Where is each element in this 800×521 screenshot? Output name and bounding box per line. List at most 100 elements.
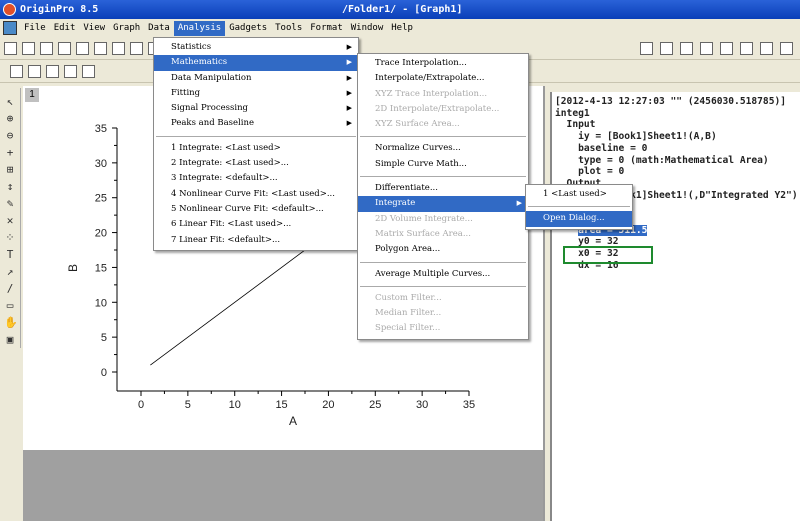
toolbar-icon[interactable] <box>680 42 693 55</box>
menu-gadgets[interactable]: Gadgets <box>225 21 271 36</box>
menu-item-xyz-surface-area[interactable]: XYZ Surface Area... <box>358 117 528 132</box>
menu-item-statistics[interactable]: Statistics ▶ <box>154 40 358 55</box>
menu-item-special-filter[interactable]: Special Filter... <box>358 321 528 336</box>
menu-item-4-nonlinear-curve-fit-last-used[interactable]: 4 Nonlinear Curve Fit: <Last used>... <box>154 187 358 202</box>
menu-window[interactable]: Window <box>347 21 388 36</box>
menu-item-2-integrate-last-used[interactable]: 2 Integrate: <Last used>... <box>154 156 358 171</box>
toolbar-icon[interactable] <box>4 42 17 55</box>
menu-data[interactable]: Data <box>144 21 174 36</box>
log-line: [2012-4-13 12:27:03 "" (2456030.518785)] <box>555 96 787 107</box>
text-tool-icon[interactable]: T <box>4 249 16 261</box>
rectangle-tool-icon[interactable]: ▭ <box>4 300 16 312</box>
menu-item-median-filter[interactable]: Median Filter... <box>358 306 528 321</box>
menu-item-differentiate[interactable]: Differentiate... <box>358 181 528 196</box>
toolbar-icon[interactable] <box>112 42 125 55</box>
menu-item-2d-volume-integrate[interactable]: 2D Volume Integrate... <box>358 212 528 227</box>
y-tick-label: 30 <box>95 158 107 170</box>
menu-item-label: 2D Volume Integrate... <box>375 213 473 224</box>
menu-item-label: Trace Interpolation... <box>375 58 467 68</box>
menu-item-label: Signal Processing <box>171 103 248 114</box>
toolbar-icon[interactable] <box>780 42 793 55</box>
menu-item-fitting[interactable]: Fitting ▶ <box>154 86 358 101</box>
toolbar-icon[interactable] <box>64 65 77 78</box>
menu-item-mathematics[interactable]: Mathematics ▶ <box>154 55 358 71</box>
submenu-arrow-icon: ▶ <box>346 119 352 128</box>
toolbar-icon[interactable] <box>40 42 53 55</box>
x-tick-label: 30 <box>416 399 428 411</box>
menu-edit[interactable]: Edit <box>50 21 80 36</box>
menu-graph[interactable]: Graph <box>109 21 144 36</box>
menu-separator <box>360 176 526 178</box>
toolbar-icon[interactable] <box>58 42 71 55</box>
toolbar-icon[interactable] <box>46 65 59 78</box>
toolbar-icon[interactable] <box>740 42 753 55</box>
toolbar-icon[interactable] <box>28 65 41 78</box>
data-reader-tool-icon[interactable]: + <box>4 147 16 159</box>
menu-item-interpolate-extrapolate[interactable]: Interpolate/Extrapolate... <box>358 71 528 86</box>
data-selector-tool-icon[interactable]: ↕ <box>4 181 16 193</box>
menu-item-label: XYZ Surface Area... <box>375 119 460 130</box>
toolbar-icon[interactable] <box>82 65 95 78</box>
menu-separator <box>360 285 526 287</box>
toolbar-icon[interactable] <box>640 42 653 55</box>
menu-item-label: Polygon Area... <box>375 244 441 255</box>
y-tick-label: 5 <box>101 332 107 344</box>
menu-item-label: 6 Linear Fit: <Last used>... <box>171 219 292 230</box>
graph-window-icon[interactable] <box>3 21 17 35</box>
menu-item-label: Fitting <box>171 87 201 98</box>
menu-item-custom-filter[interactable]: Custom Filter... <box>358 291 528 306</box>
menu-help[interactable]: Help <box>387 21 417 36</box>
results-log[interactable]: [2012-4-13 12:27:03 "" (2456030.518785)]… <box>550 92 800 521</box>
x-tick-label: 15 <box>275 399 287 411</box>
results-log-panel: [2012-4-13 12:27:03 "" (2456030.518785)]… <box>543 86 800 521</box>
graph-object-tool-icon[interactable]: ▣ <box>4 334 16 346</box>
menu-view[interactable]: View <box>79 21 109 36</box>
menu-item-simple-curve-math[interactable]: Simple Curve Math... <box>358 157 528 172</box>
draw-data-tool-icon[interactable]: ✎ <box>4 198 16 210</box>
toolbar-icon[interactable] <box>130 42 143 55</box>
toolbar-icon[interactable] <box>22 42 35 55</box>
arrow-tool-icon[interactable]: ↗ <box>4 266 16 278</box>
pan-tool-icon[interactable]: ✋ <box>4 317 18 329</box>
submenu-arrow-icon: ▶ <box>346 58 352 67</box>
menu-item-6-linear-fit-last-used[interactable]: 6 Linear Fit: <Last used>... <box>154 217 358 232</box>
menu-item-5-nonlinear-curve-fit-default[interactable]: 5 Nonlinear Curve Fit: <default>... <box>154 202 358 217</box>
menu-tools[interactable]: Tools <box>271 21 306 36</box>
menu-item-7-linear-fit-default[interactable]: 7 Linear Fit: <default>... <box>154 233 358 248</box>
menu-item-average-multiple-curves[interactable]: Average Multiple Curves... <box>358 267 528 282</box>
toolbar-icon[interactable] <box>720 42 733 55</box>
menu-item-xyz-trace-interpolation[interactable]: XYZ Trace Interpolation... <box>358 87 528 102</box>
menu-analysis[interactable]: Analysis <box>173 21 226 36</box>
menu-item-open-dialog[interactable]: Open Dialog... <box>526 211 632 227</box>
menu-item-3-integrate-default[interactable]: 3 Integrate: <default>... <box>154 171 358 186</box>
log-line: iy = [Book1]Sheet1!(A,B) <box>555 131 717 143</box>
menu-item-trace-interpolation[interactable]: Trace Interpolation... <box>358 56 528 71</box>
menu-item-1-last-used[interactable]: 1 <Last used> <box>526 187 632 202</box>
zoom-in-tool-icon[interactable]: ⊕ <box>4 113 16 125</box>
menu-item-matrix-surface-area[interactable]: Matrix Surface Area... <box>358 227 528 242</box>
menu-item-1-integrate-last-used[interactable]: 1 Integrate: <Last used> <box>154 141 358 156</box>
toolbar-icon[interactable] <box>10 65 23 78</box>
menu-item-peaks-and-baseline[interactable]: Peaks and Baseline ▶ <box>154 116 358 131</box>
zoom-out-tool-icon[interactable]: ⊖ <box>4 130 16 142</box>
toolbar-icon[interactable] <box>660 42 673 55</box>
toolbar-icon[interactable] <box>760 42 773 55</box>
screen-reader-tool-icon[interactable]: ⊞ <box>4 164 16 176</box>
toolbar-icon[interactable] <box>94 42 107 55</box>
x-tick-label: 20 <box>322 399 334 411</box>
toolbar-icon[interactable] <box>700 42 713 55</box>
toolbar-icon[interactable] <box>76 42 89 55</box>
menu-item-data-manipulation[interactable]: Data Manipulation ▶ <box>154 71 358 86</box>
regional-select-tool-icon[interactable]: ⁘ <box>4 232 16 244</box>
pointer-tool-icon[interactable]: ↖ <box>4 96 16 108</box>
menu-item-label: 5 Nonlinear Curve Fit: <default>... <box>171 203 324 214</box>
menu-item-polygon-area[interactable]: Polygon Area... <box>358 242 528 257</box>
menu-item-signal-processing[interactable]: Signal Processing ▶ <box>154 101 358 116</box>
mask-tool-icon[interactable]: ✕ <box>4 215 16 227</box>
menu-item-integrate[interactable]: Integrate ▶ <box>358 196 528 212</box>
menu-format[interactable]: Format <box>306 21 347 36</box>
menu-item-normalize-curves[interactable]: Normalize Curves... <box>358 141 528 156</box>
menu-file[interactable]: File <box>20 21 50 36</box>
line-tool-icon[interactable]: / <box>4 283 16 295</box>
menu-item-2d-interpolate-extrapolate[interactable]: 2D Interpolate/Extrapolate... <box>358 102 528 117</box>
